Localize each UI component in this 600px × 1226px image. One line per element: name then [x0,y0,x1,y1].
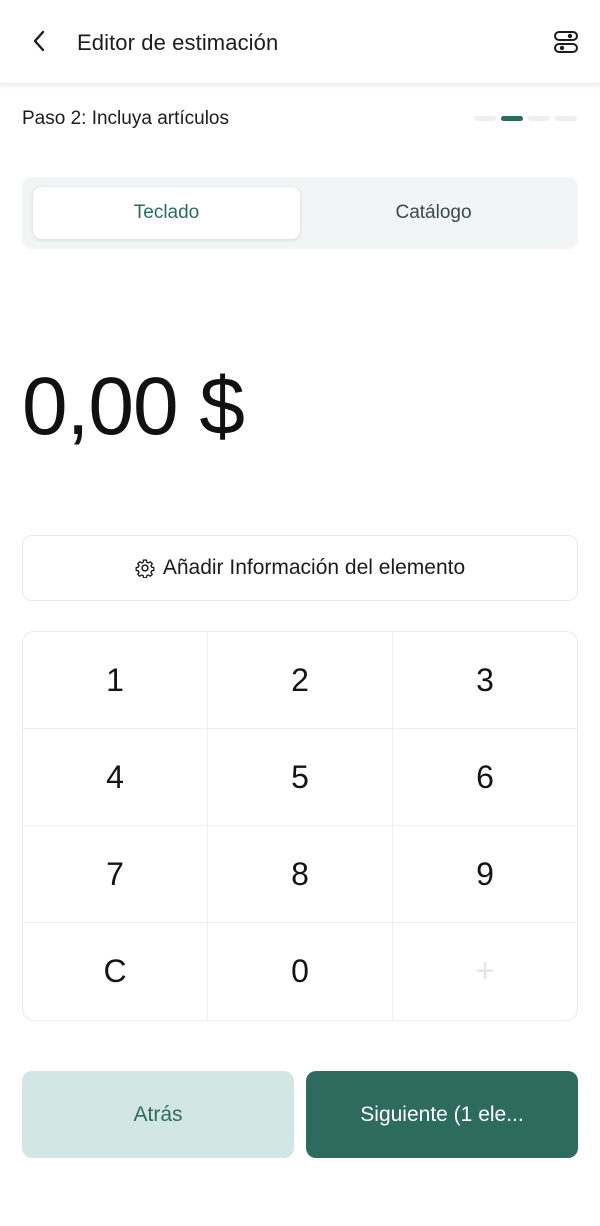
back-button[interactable] [22,26,56,60]
step-dot-1 [474,116,496,121]
key-4[interactable]: 4 [23,729,208,826]
key-7[interactable]: 7 [23,826,208,923]
key-clear[interactable]: C [23,923,208,1020]
add-item-info-button[interactable]: Añadir Información del elemento [22,535,578,601]
key-8[interactable]: 8 [208,826,393,923]
key-1[interactable]: 1 [23,632,208,729]
page-title: Editor de estimación [77,30,279,55]
key-add-disabled: + [475,952,495,990]
tab-keypad[interactable]: Teclado [33,187,300,239]
step-dot-3 [528,116,550,121]
numeric-keypad: 1 2 3 4 5 6 7 8 9 C 0 + [22,631,578,1021]
tab-catalog[interactable]: Catálogo [300,187,567,239]
step-dot-2-active [501,116,523,121]
step-progress-indicator [474,116,577,121]
toggle-settings-icon [553,29,579,60]
key-2[interactable]: 2 [208,632,393,729]
step-dot-4 [555,116,577,121]
step-label: Paso 2: Incluya artículos [22,108,229,129]
settings-button[interactable] [550,28,582,60]
next-step-button[interactable]: Siguiente (1 ele... [306,1071,578,1158]
key-3[interactable]: 3 [393,632,577,729]
gear-icon [135,558,155,578]
back-step-button[interactable]: Atrás [22,1071,294,1158]
chevron-left-icon [32,30,46,57]
key-9[interactable]: 9 [393,826,577,923]
key-6[interactable]: 6 [393,729,577,826]
input-mode-tabs: Teclado Catálogo [22,177,578,249]
estimate-editor-screen: Editor de estimación Paso 2: Incluya art… [0,0,600,1226]
add-item-info-label: Añadir Información del elemento [162,556,466,579]
key-0[interactable]: 0 [208,923,393,1020]
key-5[interactable]: 5 [208,729,393,826]
top-app-bar: Editor de estimación [0,0,600,84]
amount-display: 0,00 $ [22,361,245,452]
